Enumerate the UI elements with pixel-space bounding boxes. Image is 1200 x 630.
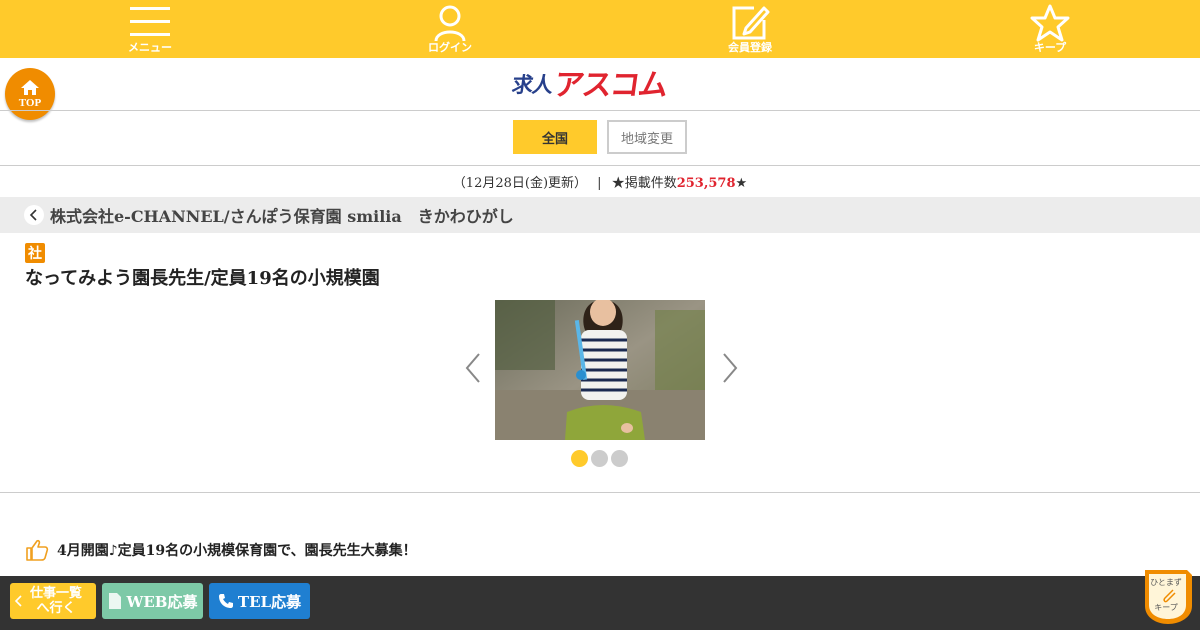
logo-part1: 求人 <box>510 74 554 97</box>
tel-apply-label: TEL応募 <box>237 592 302 611</box>
nav-register[interactable]: 会員登録 <box>600 0 900 58</box>
divider <box>0 165 1200 166</box>
company-bar: 株式会社e-CHANNEL/さんぽう保育園 smilia きかわひがし <box>0 197 1200 233</box>
slider-prev-arrow-icon[interactable] <box>461 350 485 386</box>
logo-part2: アスコム <box>551 69 669 102</box>
hamburger-menu-icon <box>130 7 170 36</box>
nav-menu[interactable]: メニュー <box>0 0 300 58</box>
back-button[interactable] <box>24 205 44 225</box>
nav-register-label: 会員登録 <box>728 41 772 54</box>
divider <box>0 110 1200 111</box>
job-list-button[interactable]: 仕事一覧 へ行く <box>10 583 96 619</box>
chevron-left-icon <box>14 595 22 607</box>
region-all-button[interactable]: 全国 <box>513 120 597 154</box>
update-date: （12月28日(金)更新） <box>452 176 588 191</box>
nav-keep-label: キープ <box>1033 41 1067 54</box>
catch-text: 4月開園♪定員19名の小規模保育園で、園長先生大募集！ <box>57 543 417 559</box>
job-title: なってみよう園長先生/定員19名の小規模園 <box>25 268 380 289</box>
home-icon <box>21 80 39 95</box>
site-logo[interactable]: 求人 アスコム <box>510 67 690 102</box>
nav-login[interactable]: ログイン <box>300 0 600 58</box>
tel-apply-button[interactable]: TEL応募 <box>209 583 310 619</box>
top-nav: メニュー ログイン 会員登録 キープ <box>0 0 1200 58</box>
listing-stats: （12月28日(金)更新） | ★掲載件数253,578★ <box>0 175 1200 193</box>
slider-dot-2[interactable] <box>591 450 608 467</box>
edit-square-icon <box>732 6 770 40</box>
slider-dot-3[interactable] <box>611 450 628 467</box>
nav-login-label: ログイン <box>428 41 472 54</box>
employment-type-badge: 社 <box>25 243 45 263</box>
slider-dot-1[interactable] <box>571 450 588 467</box>
keep-float-button[interactable]: ひとまず キープ <box>1143 568 1193 626</box>
region-change-button[interactable]: 地域変更 <box>607 120 687 154</box>
nav-menu-label: メニュー <box>128 41 172 54</box>
job-list-label-2: へ行く <box>36 601 76 616</box>
stats-separator: | <box>597 176 602 191</box>
job-list-label-1: 仕事一覧 <box>29 586 82 601</box>
company-name[interactable]: 株式会社e-CHANNEL/さんぽう保育園 smilia きかわひがし <box>50 203 514 227</box>
web-apply-label: WEB応募 <box>126 592 198 611</box>
top-button-label: TOP <box>18 97 42 109</box>
catch-copy: 4月開園♪定員19名の小規模保育園で、園長先生大募集！ <box>25 538 417 562</box>
person-icon <box>434 5 466 42</box>
divider <box>0 492 1200 493</box>
child-photo-image <box>495 300 705 440</box>
phone-icon <box>218 594 233 608</box>
listing-count: 253,578 <box>676 176 736 191</box>
thumbs-up-icon <box>26 539 49 561</box>
nav-keep[interactable]: キープ <box>900 0 1200 58</box>
top-button[interactable]: TOP <box>5 68 55 120</box>
slider-next-arrow-icon[interactable] <box>718 350 742 386</box>
document-icon <box>108 593 121 609</box>
star-icon <box>1030 4 1070 42</box>
keep-float-label-1: ひとまず <box>1150 578 1182 587</box>
count-prefix: ★掲載件数 <box>611 176 677 191</box>
keep-float-label-2: キープ <box>1154 603 1178 612</box>
bottom-action-bar: 仕事一覧 へ行く WEB応募 TEL応募 <box>0 576 1200 630</box>
count-suffix: ★ <box>735 176 748 191</box>
job-photo <box>495 300 705 440</box>
web-apply-button[interactable]: WEB応募 <box>102 583 203 619</box>
slider-dots <box>571 450 628 467</box>
chevron-left-icon <box>29 209 37 221</box>
